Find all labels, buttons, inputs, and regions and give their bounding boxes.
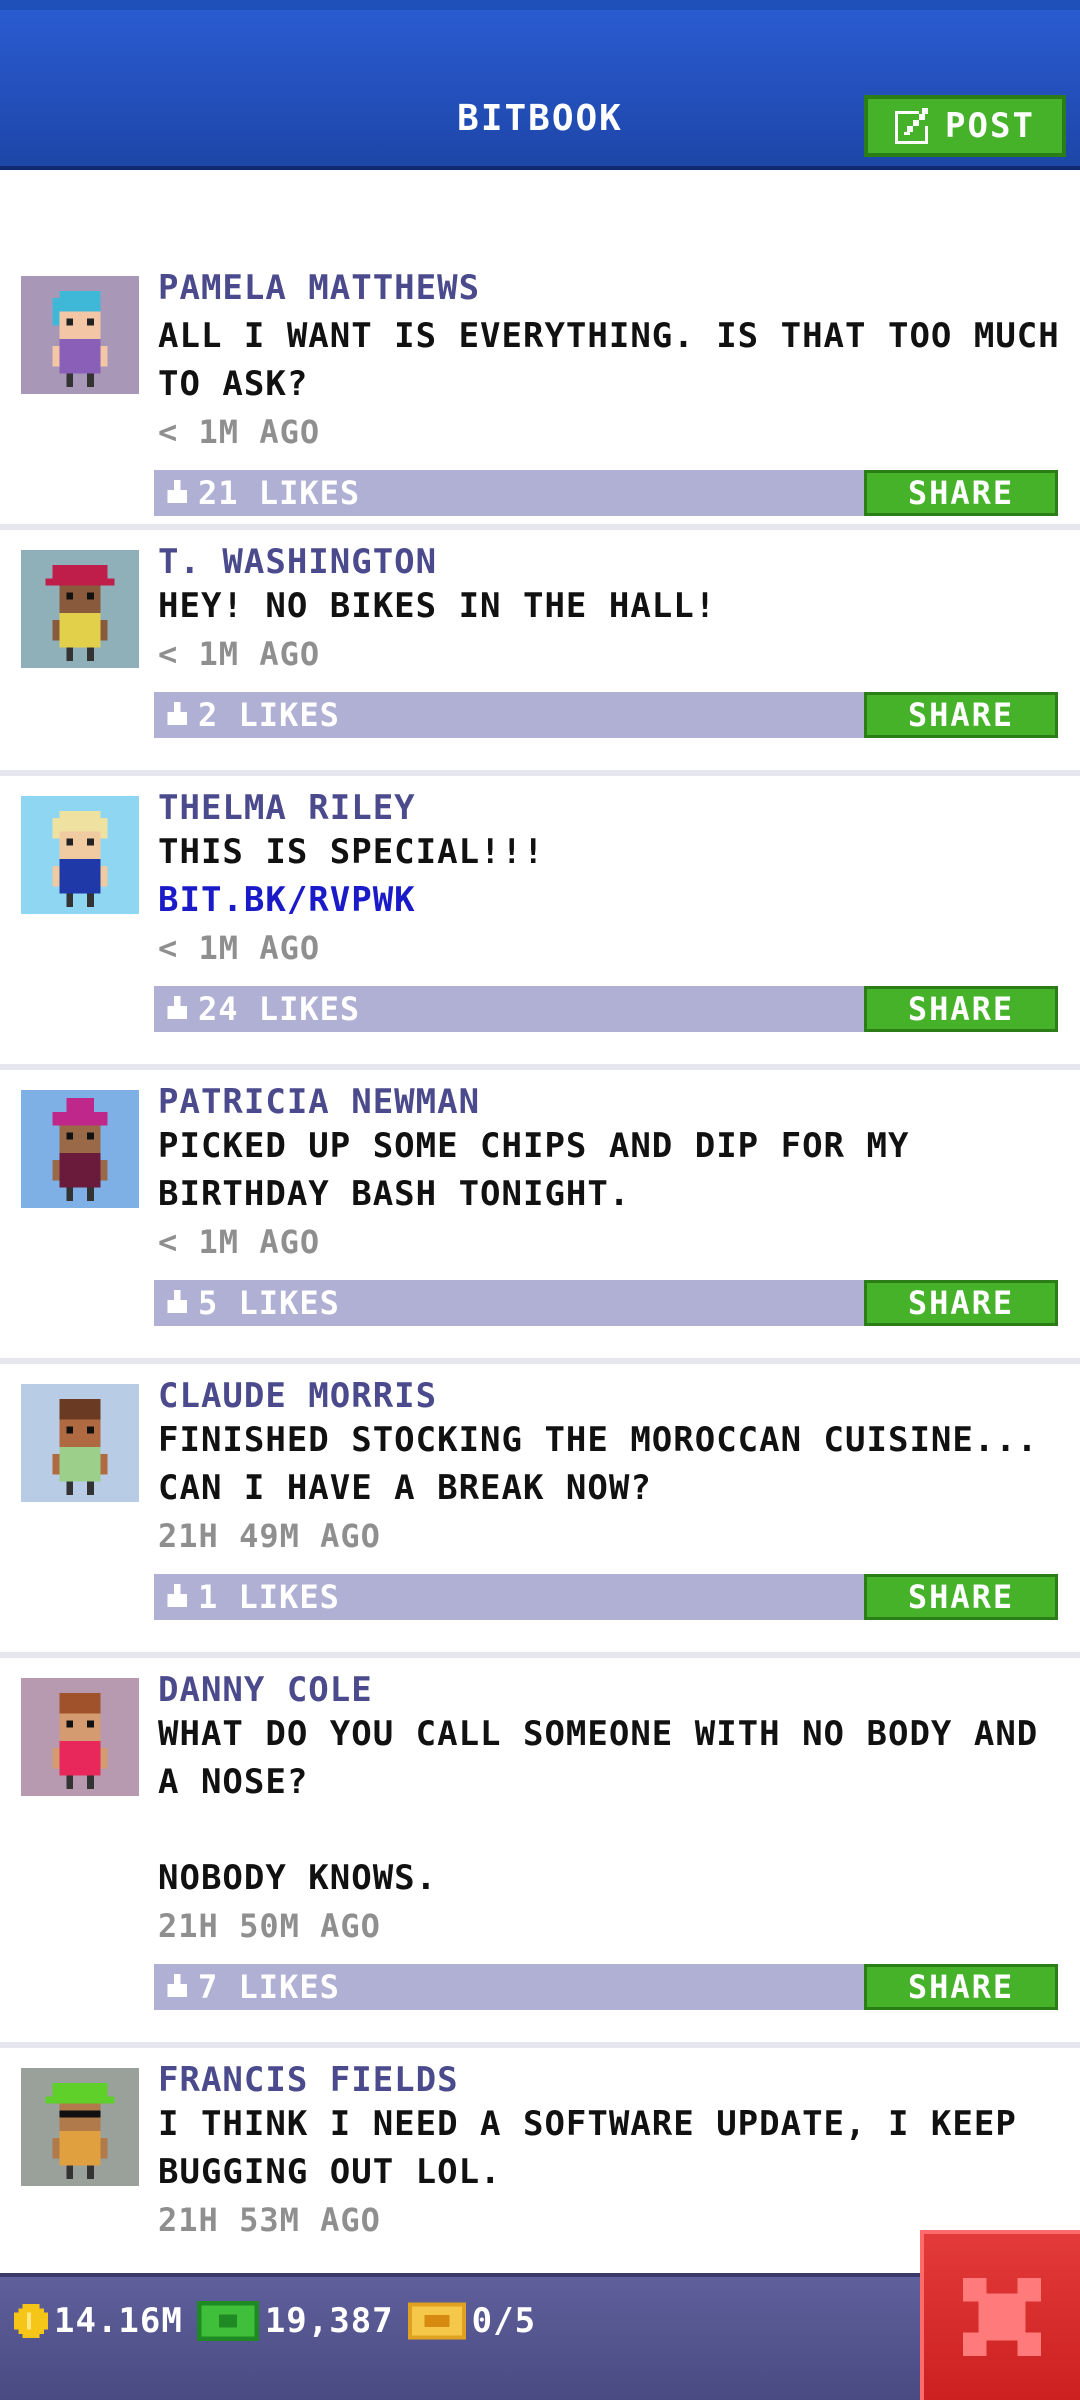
like-button[interactable]: 1 LIKES <box>154 1578 340 1616</box>
feed-list: PAMELA MATTHEWS ALL I WANT IS EVERYTHING… <box>0 268 1080 2308</box>
post-timestamp: 21H 49M AGO <box>158 1517 381 1555</box>
currency-bar: 14.16M 19,387 0/5 <box>0 2273 1080 2400</box>
feed-post: FRANCIS FIELDS I THINK I NEED A SOFTWARE… <box>0 2048 1080 2308</box>
post-action-bar: 24 LIKES SHARE <box>154 986 1058 1032</box>
post-action-bar: 2 LIKES SHARE <box>154 692 1058 738</box>
avatar <box>21 2068 139 2186</box>
post-text: HEY! NO BIKES IN THE HALL! <box>158 586 717 626</box>
likes-count: 5 LIKES <box>198 1284 340 1322</box>
post-action-bar: 21 LIKES SHARE <box>154 470 1058 516</box>
post-text: WHAT DO YOU CALL SOMEONE WITH NO BODY AN… <box>158 1714 1039 1898</box>
avatar <box>21 550 139 668</box>
likes-count: 1 LIKES <box>198 1578 340 1616</box>
thumbs-up-icon <box>167 1974 187 1997</box>
post-text: ALL I WANT IS EVERYTHING. IS THAT TOO MU… <box>158 316 1060 404</box>
like-button[interactable]: 2 LIKES <box>154 696 340 734</box>
like-button[interactable]: 5 LIKES <box>154 1284 340 1322</box>
post-author[interactable]: PATRICIA NEWMAN <box>158 1082 1060 1122</box>
coins-value: 14.16M <box>54 2301 183 2341</box>
tickets-stat: 0/5 <box>407 2301 537 2341</box>
close-button[interactable] <box>920 2230 1080 2400</box>
post-text: FINISHED STOCKING THE MOROCCAN CUISINE..… <box>158 1420 1039 1508</box>
avatar <box>21 1090 139 1208</box>
edit-icon <box>895 108 929 144</box>
post-author[interactable]: PAMELA MATTHEWS <box>158 268 1060 308</box>
share-button[interactable]: SHARE <box>864 1280 1058 1326</box>
likes-count: 2 LIKES <box>198 696 340 734</box>
post-author[interactable]: CLAUDE MORRIS <box>158 1376 1060 1416</box>
post-text: I THINK I NEED A SOFTWARE UPDATE, I KEEP… <box>158 2104 1017 2192</box>
post-button[interactable]: POST <box>864 95 1066 157</box>
like-button[interactable]: 24 LIKES <box>154 990 360 1028</box>
like-button[interactable]: 21 LIKES <box>154 474 360 512</box>
feed-post: PATRICIA NEWMAN PICKED UP SOME CHIPS AND… <box>0 1070 1080 1364</box>
share-button[interactable]: SHARE <box>864 1574 1058 1620</box>
post-action-bar: 1 LIKES SHARE <box>154 1574 1058 1620</box>
post-timestamp: < 1M AGO <box>158 929 321 967</box>
post-action-bar: 5 LIKES SHARE <box>154 1280 1058 1326</box>
bux-stat: 19,387 <box>196 2301 394 2341</box>
bux-value: 19,387 <box>264 2301 394 2341</box>
app-header: BITBOOK POST <box>0 0 1080 170</box>
tickets-value: 0/5 <box>471 2301 537 2341</box>
post-action-bar: 7 LIKES SHARE <box>154 1964 1058 2010</box>
close-icon <box>963 2278 1041 2356</box>
share-button[interactable]: SHARE <box>864 1964 1058 2010</box>
avatar <box>21 1384 139 1502</box>
like-button[interactable]: 7 LIKES <box>154 1968 340 2006</box>
post-timestamp: < 1M AGO <box>158 635 321 673</box>
share-button[interactable]: SHARE <box>864 986 1058 1032</box>
cash-icon <box>196 2301 259 2341</box>
post-timestamp: 21H 50M AGO <box>158 1907 381 1945</box>
likes-count: 7 LIKES <box>198 1968 340 2006</box>
feed-post: T. WASHINGTON HEY! NO BIKES IN THE HALL!… <box>0 530 1080 776</box>
likes-count: 24 LIKES <box>198 990 361 1028</box>
avatar <box>21 1678 139 1796</box>
post-link[interactable]: BIT.BK/RVPWK <box>158 876 1060 924</box>
feed-post: PAMELA MATTHEWS ALL I WANT IS EVERYTHING… <box>0 268 1080 530</box>
feed-post: DANNY COLE WHAT DO YOU CALL SOMEONE WITH… <box>0 1658 1080 2048</box>
thumbs-up-icon <box>167 996 187 1019</box>
share-button[interactable]: SHARE <box>864 470 1058 516</box>
thumbs-up-icon <box>167 1584 187 1607</box>
likes-count: 21 LIKES <box>198 474 361 512</box>
feed-post: THELMA RILEY THIS IS SPECIAL!!! BIT.BK/R… <box>0 776 1080 1070</box>
post-timestamp: < 1M AGO <box>158 1223 321 1261</box>
coin-icon <box>14 2304 48 2338</box>
share-button[interactable]: SHARE <box>864 692 1058 738</box>
post-button-label: POST <box>945 106 1035 146</box>
avatar <box>21 276 139 394</box>
post-author[interactable]: FRANCIS FIELDS <box>158 2060 1060 2100</box>
post-text: THIS IS SPECIAL!!! <box>158 832 545 872</box>
ticket-icon <box>407 2302 466 2340</box>
post-author[interactable]: T. WASHINGTON <box>158 542 1060 582</box>
feed-post: CLAUDE MORRIS FINISHED STOCKING THE MORO… <box>0 1364 1080 1658</box>
post-text: PICKED UP SOME CHIPS AND DIP FOR MY BIRT… <box>158 1126 910 1214</box>
post-author[interactable]: DANNY COLE <box>158 1670 1060 1710</box>
post-author[interactable]: THELMA RILEY <box>158 788 1060 828</box>
thumbs-up-icon <box>167 480 187 503</box>
coins-stat: 14.16M <box>14 2301 183 2341</box>
thumbs-up-icon <box>167 1290 187 1313</box>
avatar <box>21 796 139 914</box>
post-timestamp: < 1M AGO <box>158 413 321 451</box>
thumbs-up-icon <box>167 702 187 725</box>
